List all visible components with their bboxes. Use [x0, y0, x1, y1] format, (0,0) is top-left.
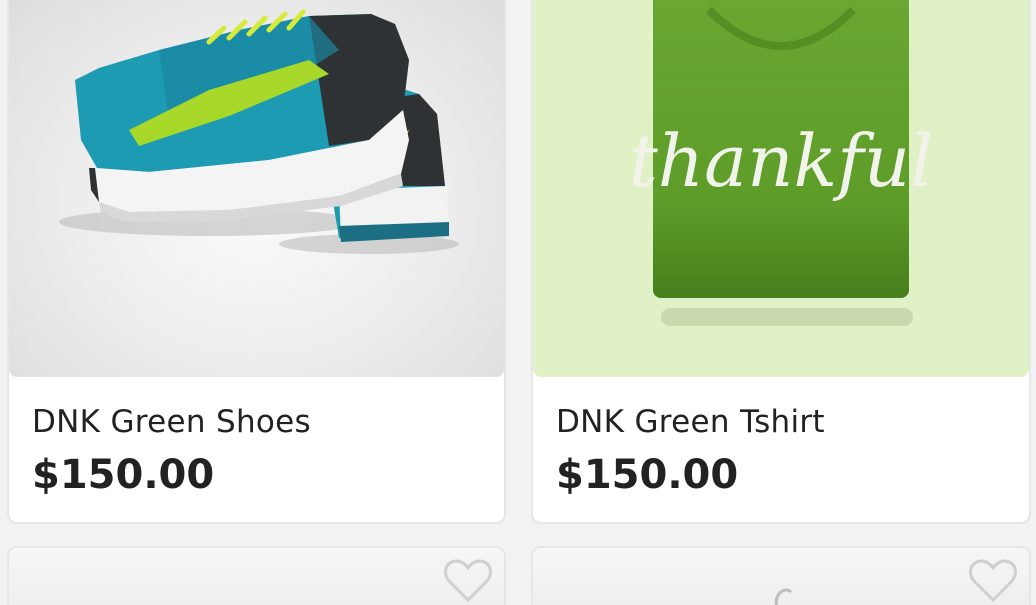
product-card-3[interactable]	[7, 546, 506, 605]
product-grid: DNK Green Shoes $150.00 thankful DNK Gre…	[0, 0, 1036, 605]
product-price: $150.00	[32, 452, 215, 498]
product-card-tshirt[interactable]: thankful DNK Green Tshirt $150.00	[531, 0, 1031, 524]
product-name[interactable]: DNK Green Shoes	[32, 404, 311, 440]
product-card-shoes[interactable]: DNK Green Shoes $150.00	[7, 0, 506, 524]
shoes-image	[59, 9, 459, 254]
product-card-4[interactable]	[531, 546, 1031, 605]
product-price: $150.00	[556, 452, 739, 498]
hanger-image	[774, 588, 793, 605]
product-name[interactable]: DNK Green Tshirt	[556, 404, 825, 440]
product-image-tshirt[interactable]: thankful	[533, 0, 1029, 377]
product-image-3[interactable]	[9, 548, 504, 605]
tshirt-print: thankful	[629, 119, 933, 203]
heart-outline-icon[interactable]	[442, 558, 494, 604]
heart-outline-icon[interactable]	[967, 558, 1019, 604]
tshirt-image: thankful	[629, 0, 933, 326]
product-image-4[interactable]	[533, 548, 1029, 605]
product-image-shoes[interactable]	[9, 0, 504, 377]
